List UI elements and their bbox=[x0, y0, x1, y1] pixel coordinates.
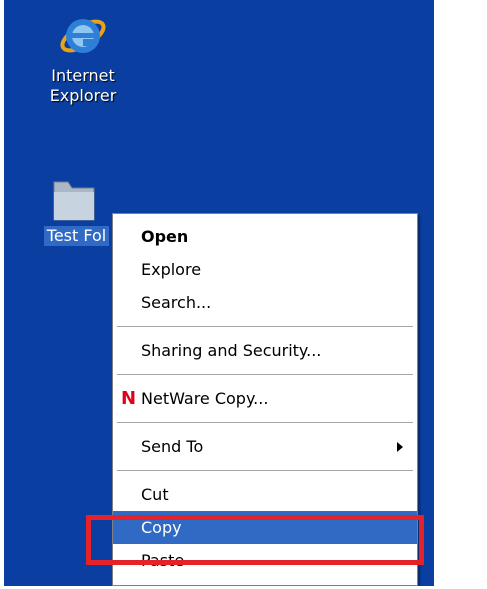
menu-separator bbox=[117, 374, 413, 375]
submenu-arrow-icon bbox=[397, 442, 403, 452]
menu-item-label: Search... bbox=[141, 293, 212, 312]
menu-separator bbox=[117, 422, 413, 423]
menu-item-search[interactable]: Search... bbox=[113, 286, 417, 319]
menu-item-cut[interactable]: Cut bbox=[113, 478, 417, 511]
menu-item-paste[interactable]: Paste bbox=[113, 544, 417, 577]
menu-item-label: Explore bbox=[141, 260, 202, 279]
menu-separator bbox=[117, 470, 413, 471]
test-folder-label: Test Fol bbox=[43, 226, 110, 246]
menu-item-label: Cut bbox=[141, 485, 169, 504]
ie-label-line1: Internet bbox=[51, 66, 115, 85]
ie-label-line2: Explorer bbox=[49, 86, 117, 105]
menu-item-open[interactable]: Open bbox=[113, 220, 417, 253]
netware-icon: N bbox=[121, 388, 137, 409]
menu-separator bbox=[117, 326, 413, 327]
menu-item-label: Sharing and Security... bbox=[141, 341, 322, 360]
folder-icon bbox=[50, 170, 98, 226]
menu-item-explore[interactable]: Explore bbox=[113, 253, 417, 286]
internet-explorer-icon bbox=[57, 6, 109, 66]
menu-item-sharing-security[interactable]: Sharing and Security... bbox=[113, 334, 417, 367]
menu-item-send-to[interactable]: Send To bbox=[113, 430, 417, 463]
menu-item-label: Copy bbox=[141, 518, 182, 537]
menu-item-netware-copy[interactable]: N NetWare Copy... bbox=[113, 382, 417, 415]
menu-item-label: Open bbox=[141, 227, 189, 246]
menu-item-label: Send To bbox=[141, 437, 204, 456]
internet-explorer-shortcut[interactable]: Internet Explorer bbox=[38, 6, 128, 106]
menu-item-copy[interactable]: Copy bbox=[113, 511, 417, 544]
context-menu: Open Explore Search... Sharing and Secur… bbox=[112, 213, 418, 586]
menu-item-label: Paste bbox=[141, 551, 185, 570]
menu-item-label: NetWare Copy... bbox=[141, 389, 269, 408]
desktop: Internet Explorer Test Fol Open Explore … bbox=[4, 0, 434, 586]
